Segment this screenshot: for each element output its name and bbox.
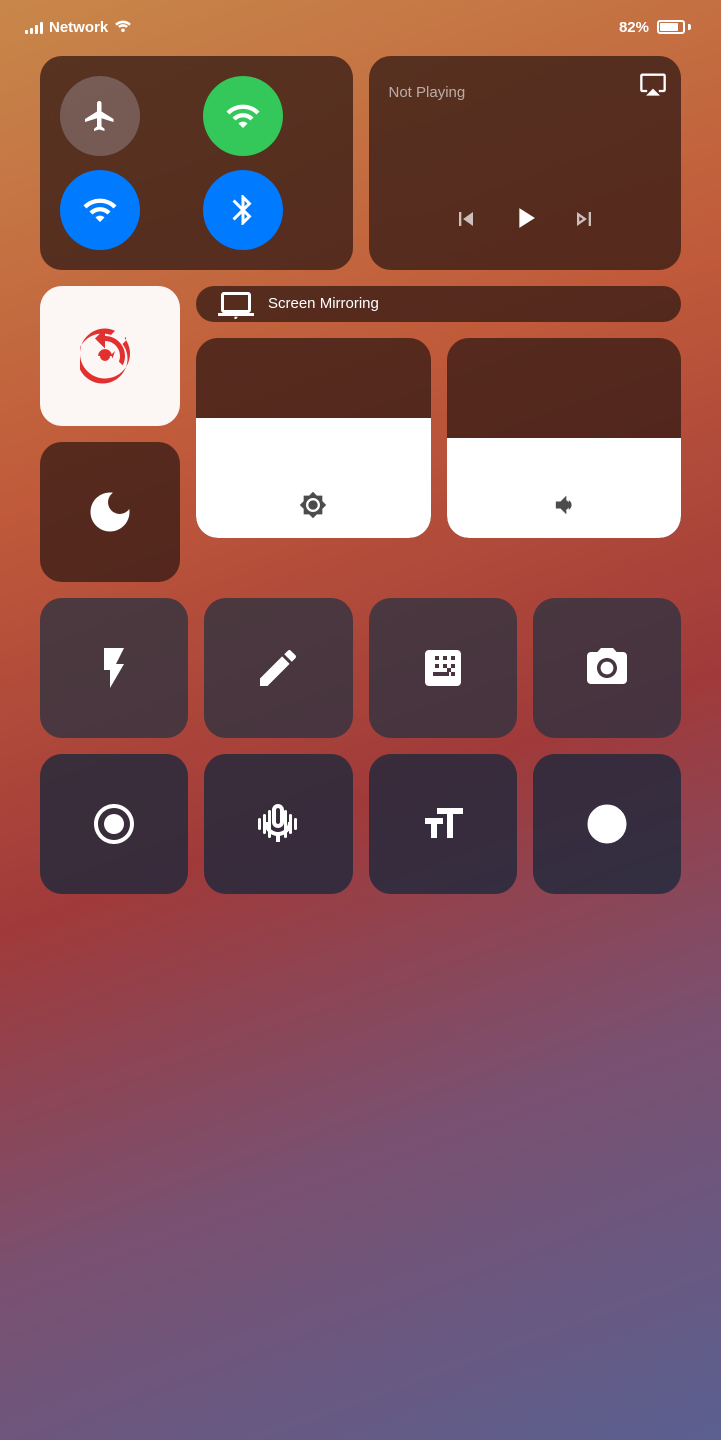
now-playing-tile[interactable]: Not Playing	[369, 56, 682, 270]
clock-button[interactable]	[533, 754, 681, 894]
left-buttons	[40, 286, 180, 582]
screen-mirroring-label: Screen Mirroring	[268, 294, 379, 314]
lock-rotation-button[interactable]	[40, 286, 180, 426]
cellular-button[interactable]	[203, 76, 283, 156]
bluetooth-button[interactable]	[203, 170, 283, 250]
second-row: Screen Mirroring	[40, 286, 681, 582]
network-label: Network	[49, 19, 108, 36]
signal-bars-icon	[25, 20, 43, 34]
rewind-button[interactable]	[452, 205, 480, 239]
sliders	[196, 338, 681, 538]
wifi-status-icon	[114, 18, 132, 36]
calculator-button[interactable]	[369, 598, 517, 738]
top-row: Not Playing	[40, 56, 681, 270]
airplay-icon[interactable]	[639, 70, 667, 98]
network-tile[interactable]	[40, 56, 353, 270]
screen-record-button[interactable]	[40, 754, 188, 894]
airplane-mode-button[interactable]	[60, 76, 140, 156]
status-left: Network	[25, 18, 132, 36]
battery-icon	[657, 20, 691, 34]
screen-mirroring-button[interactable]: Screen Mirroring	[196, 286, 681, 322]
status-right: 82%	[619, 19, 691, 36]
icon-row-1	[40, 598, 681, 738]
status-bar: Network 82%	[0, 0, 721, 46]
not-playing-label: Not Playing	[389, 84, 662, 101]
battery-percent: 82%	[619, 19, 649, 36]
flashlight-button[interactable]	[40, 598, 188, 738]
notes-button[interactable]	[204, 598, 352, 738]
brightness-slider[interactable]	[196, 338, 431, 538]
volume-icon	[550, 491, 578, 524]
icon-row-2	[40, 754, 681, 894]
brightness-icon	[299, 491, 327, 524]
text-size-button[interactable]	[369, 754, 517, 894]
voice-memos-button[interactable]	[204, 754, 352, 894]
play-button[interactable]	[508, 201, 542, 242]
volume-slider[interactable]	[447, 338, 682, 538]
wifi-button[interactable]	[60, 170, 140, 250]
media-controls	[389, 201, 662, 252]
fast-forward-button[interactable]	[570, 205, 598, 239]
control-center: Not Playing	[0, 46, 721, 930]
do-not-disturb-button[interactable]	[40, 442, 180, 582]
camera-button[interactable]	[533, 598, 681, 738]
